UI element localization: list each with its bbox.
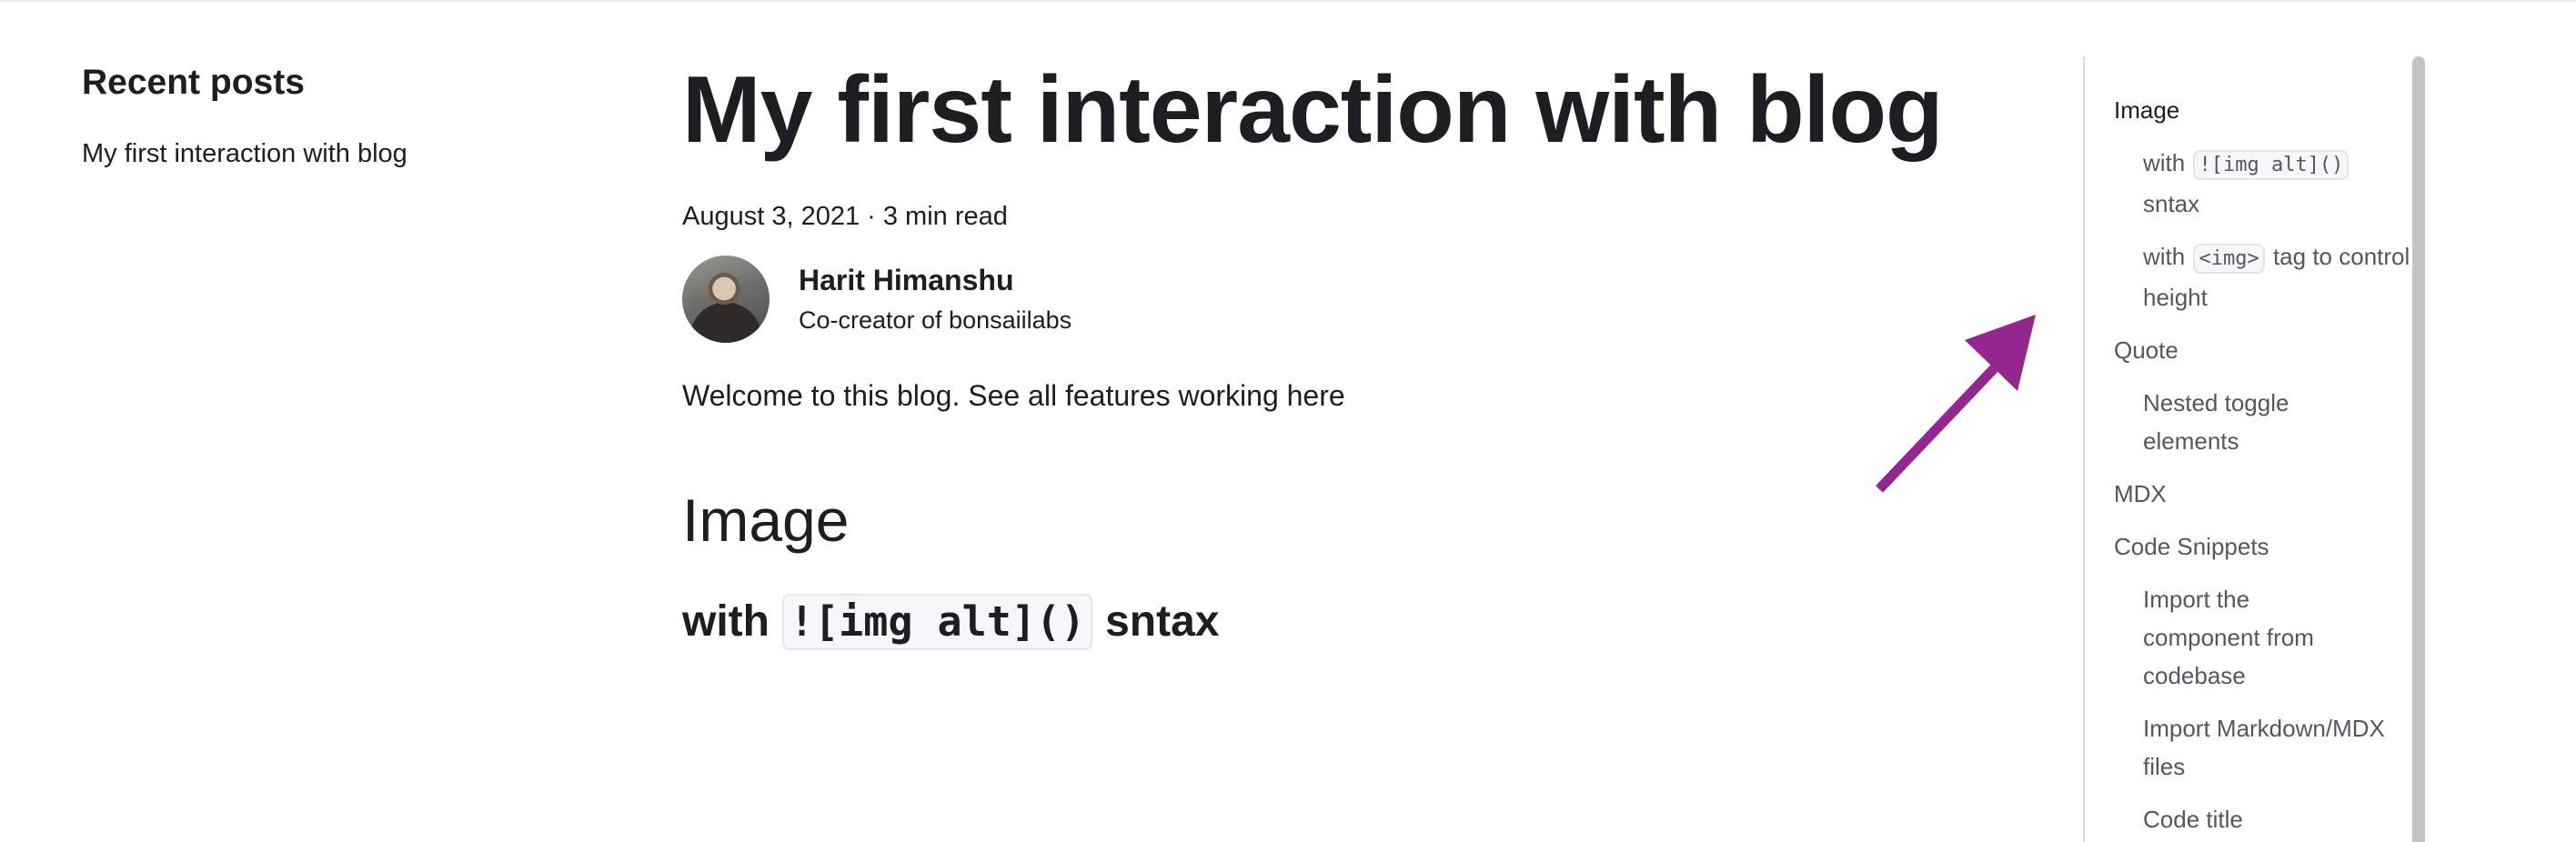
post-meta: August 3, 2021 · 3 min read	[682, 201, 1008, 231]
toc-item-mdx[interactable]: MDX	[2114, 475, 2420, 513]
table-of-contents: Image with ![img alt]() sntax with <img>…	[2083, 56, 2420, 842]
subsection-prefix: with	[682, 596, 770, 646]
toc-item-quote[interactable]: Quote	[2114, 331, 2420, 369]
recent-post-link[interactable]: My first interaction with blog	[82, 137, 573, 172]
toc-scrollbar[interactable]	[2412, 56, 2425, 842]
toc-item-import-component[interactable]: Import the component from codebase	[2114, 580, 2352, 695]
author-avatar[interactable]	[682, 255, 770, 343]
subsection-suffix: sntax	[1105, 596, 1220, 646]
toc-item-prefix: with	[2143, 243, 2186, 270]
toc-item-code-snippets[interactable]: Code Snippets	[2114, 527, 2420, 566]
post-title: My first interaction with blog	[682, 57, 1944, 163]
subsection-heading: with ![img alt]() sntax	[682, 593, 1937, 650]
recent-posts-sidebar: Recent posts My first interaction with b…	[82, 62, 573, 171]
toc-item-prefix: with	[2143, 149, 2186, 176]
recent-posts-title: Recent posts	[82, 63, 305, 102]
toc-item-code: ![img alt]()	[2193, 150, 2350, 180]
blog-page: Recent posts My first interaction with b…	[0, 0, 2576, 842]
blog-post: My first interaction with blog August 3,…	[682, 56, 1944, 650]
toc-item-image[interactable]: Image	[2114, 91, 2420, 129]
toc-item-import-markdown[interactable]: Import Markdown/MDX files	[2114, 709, 2398, 786]
section-heading-image: Image	[682, 486, 850, 555]
subsection-code: ![img alt]()	[781, 593, 1093, 650]
toc-item-img-syntax[interactable]: with ![img alt]() sntax	[2114, 144, 2420, 223]
author-block: Harit Himanshu Co-creator of bonsaiilabs	[682, 255, 1937, 343]
toc-item-img-tag[interactable]: with <img> tag to control height	[2114, 237, 2420, 316]
toc-item-nested-toggle[interactable]: Nested toggle elements	[2114, 384, 2343, 460]
toc-item-code-title[interactable]: Code title	[2114, 800, 2420, 838]
author-title: Co-creator of bonsaiilabs	[799, 306, 1072, 335]
author-name[interactable]: Harit Himanshu	[799, 263, 1072, 297]
author-info: Harit Himanshu Co-creator of bonsaiilabs	[799, 263, 1072, 335]
arrow-up-right-icon	[1876, 315, 2036, 493]
toc-item-code: <img>	[2193, 244, 2265, 274]
toc-item-suffix: sntax	[2143, 190, 2200, 217]
post-intro: Welcome to this blog. See all features w…	[682, 378, 1345, 412]
arrow-head	[1965, 315, 2036, 391]
